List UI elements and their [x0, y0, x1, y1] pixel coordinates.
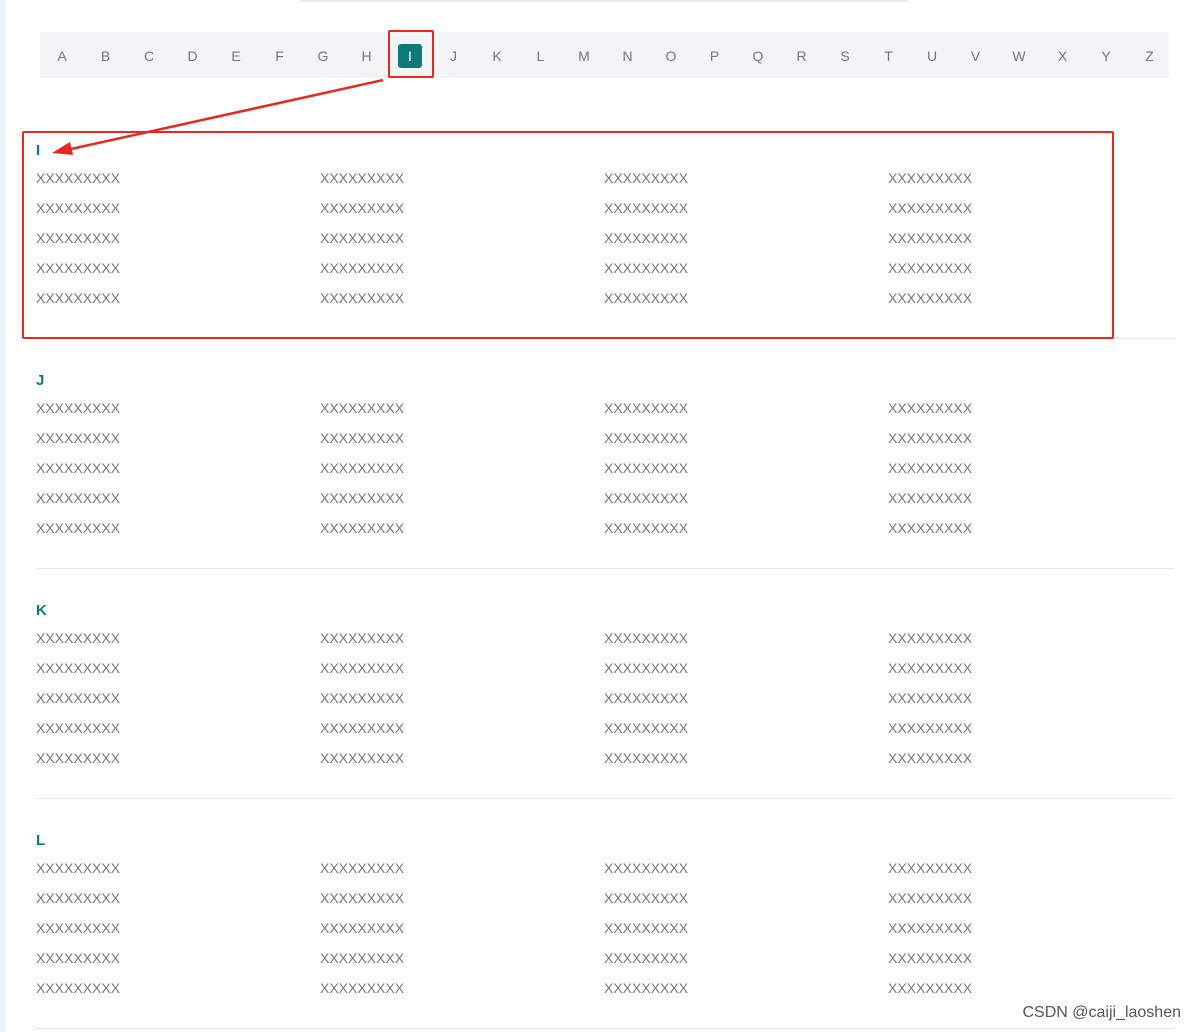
annotation-arrow-shaft	[61, 78, 384, 153]
annotation-arrow	[52, 78, 384, 155]
watermark: CSDN @caiji_laoshen	[1022, 1004, 1181, 1021]
annotation-arrow-head	[52, 142, 73, 155]
